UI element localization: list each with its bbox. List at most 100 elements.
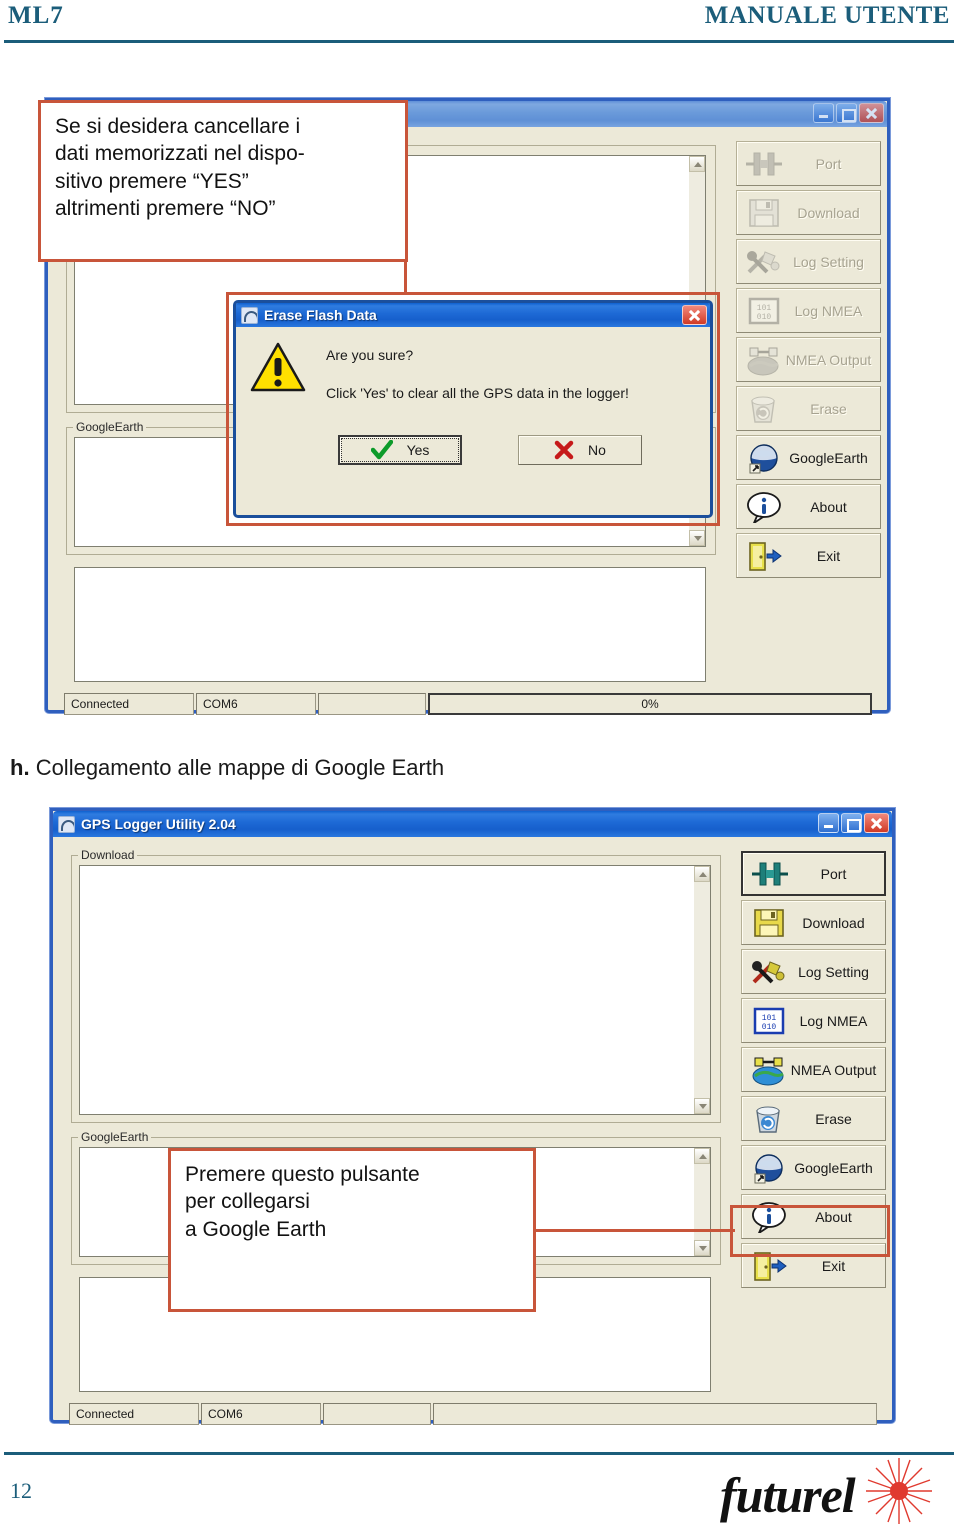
window-controls-bottom bbox=[818, 813, 889, 833]
statusbar-top: Connected COM6 0% bbox=[64, 693, 874, 715]
futurel-logo: futurel bbox=[720, 1458, 940, 1526]
serial-port-icon bbox=[743, 148, 785, 180]
callout-ge-line-3: a Google Earth bbox=[185, 1217, 327, 1241]
button-about[interactable]: About bbox=[736, 484, 881, 529]
status-connection-top: Connected bbox=[64, 693, 194, 715]
button-exit[interactable]: Exit bbox=[736, 533, 881, 578]
button-label: Log NMEA bbox=[794, 302, 863, 319]
serial-port-icon bbox=[749, 858, 791, 890]
button-label: Exit bbox=[816, 547, 841, 564]
svg-text:010: 010 bbox=[762, 1023, 777, 1032]
maximize-icon[interactable] bbox=[841, 813, 862, 833]
window-title-bottom: GPS Logger Utility 2.04 bbox=[81, 816, 236, 832]
button-label: GoogleEarth bbox=[789, 449, 868, 466]
callout-ge-line-2: per collegarsi bbox=[185, 1190, 310, 1214]
action-buttons-top: Port Download Log Setting 101 010 Log NMEA NME… bbox=[736, 141, 881, 582]
close-icon[interactable] bbox=[864, 813, 889, 833]
scroll-up-icon[interactable] bbox=[689, 156, 705, 172]
button-googleearth[interactable]: GoogleEarth bbox=[736, 435, 881, 480]
scroll-up-icon[interactable] bbox=[694, 1148, 710, 1164]
callout-erase-line-4: altrimenti premere “NO” bbox=[55, 196, 276, 220]
page-number: 12 bbox=[10, 1478, 32, 1503]
futurel-logo-text: futurel bbox=[720, 1467, 856, 1523]
close-icon[interactable] bbox=[859, 103, 884, 123]
status-extra2-bottom bbox=[433, 1403, 877, 1425]
button-label: Log NMEA bbox=[799, 1012, 868, 1029]
status-port-top: COM6 bbox=[196, 693, 316, 715]
callout-erase-line-1: Se si desidera cancellare i bbox=[55, 115, 301, 138]
app-icon bbox=[58, 815, 75, 833]
googleearth-connector bbox=[530, 1229, 735, 1232]
maximize-icon[interactable] bbox=[836, 103, 857, 123]
tools-icon bbox=[743, 246, 785, 278]
binary-data-icon: 101 010 bbox=[743, 295, 785, 327]
svg-text:101: 101 bbox=[762, 1014, 777, 1023]
floppy-disk-icon bbox=[748, 907, 790, 939]
status-connection-bottom: Connected bbox=[69, 1403, 199, 1425]
button-label: Download bbox=[802, 914, 865, 931]
download-scrollbar-bottom[interactable] bbox=[694, 865, 711, 1115]
svg-text:101: 101 bbox=[757, 304, 772, 313]
scroll-down-icon[interactable] bbox=[694, 1240, 710, 1256]
status-progress-top: 0% bbox=[428, 693, 872, 715]
button-log-setting[interactable]: Log Setting bbox=[741, 949, 886, 994]
google-earth-icon bbox=[748, 1152, 790, 1184]
floppy-disk-icon bbox=[743, 197, 785, 229]
exit-door-icon bbox=[743, 540, 785, 572]
gps-logger-window-bottom: GPS Logger Utility 2.04 Download GoogleE… bbox=[50, 808, 895, 1425]
callout-erase-line-3: sitivo premere “YES” bbox=[55, 169, 249, 193]
google-earth-icon bbox=[743, 442, 785, 474]
button-label: Download bbox=[797, 204, 860, 221]
window-body-bottom: Download GoogleEarth Port Download Log Set… bbox=[53, 837, 892, 1425]
button-download[interactable]: Download bbox=[741, 900, 886, 945]
header-divider bbox=[4, 40, 954, 43]
button-label: Erase bbox=[810, 400, 847, 417]
recycle-bin-icon bbox=[743, 393, 785, 425]
button-log-nmea: 101 010 Log NMEA bbox=[736, 288, 881, 333]
download-textarea-bottom[interactable] bbox=[79, 865, 694, 1115]
recycle-bin-icon bbox=[748, 1103, 790, 1135]
section-heading: h. Collegamento alle mappe di Google Ear… bbox=[10, 755, 444, 781]
scroll-down-icon[interactable] bbox=[694, 1098, 710, 1114]
log-textarea-top[interactable] bbox=[74, 567, 706, 682]
button-port[interactable]: Port bbox=[741, 851, 886, 896]
nmea-output-icon bbox=[743, 344, 785, 376]
googleearth-group-label-bottom: GoogleEarth bbox=[78, 1130, 152, 1144]
button-googleearth[interactable]: GoogleEarth bbox=[741, 1145, 886, 1190]
manual-page: ML7 MANUALE UTENTE GPS Logger Utility 2.… bbox=[0, 0, 960, 1535]
button-label: Port bbox=[820, 865, 847, 882]
button-label: Log Setting bbox=[798, 963, 869, 980]
scroll-down-icon[interactable] bbox=[689, 530, 705, 546]
googleearth-scrollbar-bottom[interactable] bbox=[694, 1147, 711, 1257]
button-log-setting: Log Setting bbox=[736, 239, 881, 284]
button-erase: Erase bbox=[736, 386, 881, 431]
header-title: MANUALE UTENTE bbox=[704, 2, 950, 29]
svg-text:010: 010 bbox=[757, 313, 772, 322]
callout-erase-line-2: dati memorizzati nel dispo- bbox=[55, 142, 305, 166]
scroll-up-icon[interactable] bbox=[694, 866, 710, 882]
minimize-icon[interactable] bbox=[818, 813, 839, 833]
googleearth-group-label-top: GoogleEarth bbox=[73, 420, 147, 434]
button-download: Download bbox=[736, 190, 881, 235]
button-erase[interactable]: Erase bbox=[741, 1096, 886, 1141]
download-group-label-bottom: Download bbox=[78, 848, 138, 862]
button-log-nmea[interactable]: 101 010 Log NMEA bbox=[741, 998, 886, 1043]
button-nmea-output[interactable]: NMEA Output bbox=[741, 1047, 886, 1092]
nmea-output-icon bbox=[748, 1054, 790, 1086]
button-label: Log Setting bbox=[793, 253, 864, 270]
window-controls-top bbox=[813, 103, 884, 123]
status-extra-bottom bbox=[323, 1403, 431, 1425]
section-heading-text: Collegamento alle mappe di Google Earth bbox=[35, 755, 445, 780]
starburst-icon bbox=[866, 1458, 932, 1524]
callout-erase: Se si desidera cancellare i dati memoriz… bbox=[38, 100, 408, 262]
button-label: Port bbox=[815, 155, 842, 172]
button-label: NMEA Output bbox=[790, 1061, 877, 1078]
section-heading-marker: h. bbox=[10, 755, 30, 780]
binary-data-icon: 101 010 bbox=[748, 1005, 790, 1037]
callout-ge-line-1: Premere questo pulsante bbox=[185, 1163, 420, 1186]
dialog-highlight-box bbox=[226, 292, 720, 526]
button-label: NMEA Output bbox=[785, 351, 872, 368]
button-label: GoogleEarth bbox=[794, 1159, 873, 1176]
button-label: Erase bbox=[815, 1110, 852, 1127]
minimize-icon[interactable] bbox=[813, 103, 834, 123]
